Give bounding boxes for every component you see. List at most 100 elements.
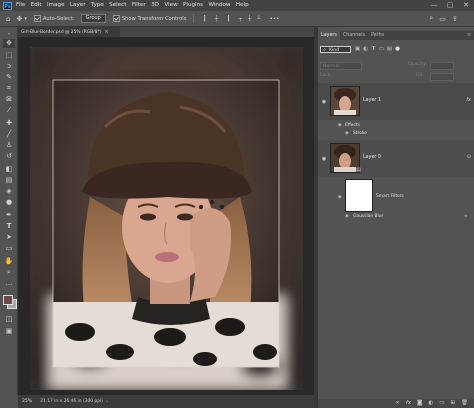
eyedropper-tool-icon[interactable]: ⁄ bbox=[3, 106, 15, 115]
fill-label: Fill: bbox=[416, 73, 424, 78]
menu-3d[interactable]: 3D bbox=[151, 0, 159, 11]
menu-plugins[interactable]: Plugins bbox=[183, 0, 203, 11]
new-layer-icon[interactable]: ⊞ bbox=[450, 399, 455, 408]
path-select-tool-icon[interactable]: ➤ bbox=[3, 233, 15, 242]
tab-layers[interactable]: Layers bbox=[318, 31, 340, 40]
filter-toggle-icon[interactable]: ● bbox=[394, 46, 401, 53]
foreground-color-swatch[interactable] bbox=[3, 295, 13, 305]
blur-tool-icon[interactable]: ◈ bbox=[3, 187, 15, 196]
crop-tool-icon[interactable]: ⌗ bbox=[3, 84, 15, 93]
zoom-tool-icon[interactable]: ⌕ bbox=[3, 268, 15, 277]
filter-mask-thumbnail[interactable] bbox=[345, 179, 373, 212]
maximize-icon[interactable]: ▢ bbox=[442, 0, 458, 11]
fx-icon[interactable]: fx bbox=[466, 97, 471, 103]
quick-select-tool-icon[interactable]: ✎ bbox=[3, 73, 15, 82]
tab-channels[interactable]: Channels bbox=[340, 31, 368, 40]
menu-view[interactable]: View bbox=[164, 0, 177, 11]
adjustment-layer-icon[interactable]: ◐ bbox=[428, 399, 433, 408]
menu-layer[interactable]: Layer bbox=[70, 0, 86, 11]
filter-kind-dropdown[interactable]: ⌕ Kind bbox=[320, 46, 351, 53]
pixel-filter-icon[interactable]: ▣ bbox=[354, 46, 361, 53]
align-left-icon[interactable]: ▕▏ bbox=[200, 16, 208, 22]
new-group-icon[interactable]: ▭ bbox=[439, 399, 444, 408]
blend-mode-dropdown[interactable]: Normal bbox=[320, 62, 362, 70]
document-tab[interactable]: Girl-Blur-Border.psd @ 25% (RGB/8*) ✕ bbox=[18, 27, 120, 37]
add-style-icon[interactable]: fx bbox=[406, 399, 411, 408]
menu-edit[interactable]: Edit bbox=[31, 0, 42, 11]
smart-object-filter-icon[interactable]: ▤ bbox=[386, 46, 393, 53]
chevron-down-icon[interactable]: ▾ bbox=[24, 16, 27, 22]
workspace-icon[interactable]: ▭ bbox=[439, 15, 446, 23]
quick-mask-icon[interactable]: ◫ bbox=[3, 315, 15, 324]
auto-select-dropdown[interactable]: Group bbox=[80, 14, 106, 23]
auto-select-checkbox[interactable] bbox=[33, 15, 41, 22]
smart-filter-indicator-icon[interactable]: ⊙ bbox=[467, 154, 471, 160]
move-tool-icon[interactable]: ✥ bbox=[3, 39, 15, 48]
tab-paths[interactable]: Paths bbox=[368, 31, 387, 40]
close-icon[interactable]: ✕ bbox=[104, 29, 108, 35]
history-brush-tool-icon[interactable]: ↺ bbox=[3, 152, 15, 161]
filter-options-icon[interactable]: ≑ bbox=[464, 214, 468, 219]
rectangle-tool-icon[interactable]: ▭ bbox=[3, 244, 15, 253]
more-options-icon[interactable]: ••• bbox=[270, 16, 280, 22]
visibility-eye-icon[interactable]: ◉ bbox=[321, 157, 327, 162]
minimize-icon[interactable]: — bbox=[426, 0, 442, 11]
align-top-icon[interactable]: ┬ bbox=[239, 16, 242, 22]
adjustment-filter-icon[interactable]: ◐ bbox=[362, 46, 369, 53]
menu-type[interactable]: Type bbox=[91, 0, 104, 11]
menu-select[interactable]: Select bbox=[109, 0, 126, 11]
menu-window[interactable]: Window bbox=[208, 0, 230, 11]
fill-field[interactable] bbox=[430, 73, 454, 81]
close-window-icon[interactable]: ✕ bbox=[458, 0, 474, 11]
opacity-field[interactable] bbox=[430, 62, 454, 70]
share-icon[interactable]: ⇪ bbox=[452, 15, 458, 23]
pen-tool-icon[interactable]: ✒ bbox=[3, 211, 15, 220]
spot-heal-tool-icon[interactable]: ✚ bbox=[3, 119, 15, 128]
menu-filter[interactable]: Filter bbox=[132, 0, 146, 11]
align-middle-icon[interactable]: ┼ bbox=[248, 16, 251, 22]
type-filter-icon[interactable]: T bbox=[370, 46, 377, 53]
more-tools-icon[interactable]: ··· bbox=[3, 281, 15, 290]
gaussian-blur-eye-icon[interactable]: ◉ bbox=[345, 214, 349, 219]
search-icon[interactable]: ⌕ bbox=[429, 14, 433, 23]
layer-name[interactable]: Layer 1 bbox=[363, 98, 381, 103]
type-tool-icon[interactable]: T bbox=[3, 222, 15, 231]
document-canvas[interactable] bbox=[30, 47, 303, 390]
home-icon[interactable]: ⌂ bbox=[6, 15, 10, 23]
clone-stamp-tool-icon[interactable]: ♙ bbox=[3, 141, 15, 150]
layer-name[interactable]: Layer 0 bbox=[363, 155, 381, 160]
zoom-level[interactable]: 25% bbox=[22, 399, 32, 404]
screen-mode-icon[interactable]: ▣ bbox=[3, 327, 15, 336]
dodge-tool-icon[interactable]: ● bbox=[3, 198, 15, 207]
chevron-right-icon[interactable]: › bbox=[106, 399, 108, 405]
brush-tool-icon[interactable]: ╱ bbox=[3, 130, 15, 139]
align-right-icon[interactable]: ▕▏ bbox=[224, 16, 232, 22]
collapse-icon[interactable]: » bbox=[3, 29, 15, 38]
move-tool-icon[interactable]: ✥ bbox=[16, 15, 22, 23]
visibility-eye-icon[interactable]: ◉ bbox=[321, 100, 327, 105]
effects-eye-icon[interactable]: ◉ bbox=[338, 123, 342, 128]
frame-tool-icon[interactable]: ⊠ bbox=[3, 95, 15, 104]
stroke-effect-label[interactable]: Stroke bbox=[353, 131, 367, 136]
align-bottom-icon[interactable]: ┴ bbox=[257, 16, 260, 22]
show-transform-checkbox[interactable] bbox=[112, 15, 120, 22]
layer-row[interactable]: ◉ ▤ Layer 0 ⊙ bbox=[318, 140, 474, 177]
gradient-tool-icon[interactable]: ▤ bbox=[3, 176, 15, 185]
hand-tool-icon[interactable]: ✋ bbox=[3, 257, 15, 266]
shape-filter-icon[interactable]: ▭ bbox=[378, 46, 385, 53]
menu-image[interactable]: Image bbox=[47, 0, 65, 11]
add-mask-icon[interactable]: ◙ bbox=[417, 399, 422, 408]
align-center-icon[interactable]: ┼ bbox=[215, 16, 218, 22]
delete-layer-icon[interactable]: 🗑 bbox=[461, 399, 468, 408]
gaussian-blur-label[interactable]: Gaussian Blur bbox=[353, 214, 383, 219]
smart-filters-eye-icon[interactable]: ◉ bbox=[338, 195, 342, 200]
panel-menu-icon[interactable]: ≡ bbox=[464, 31, 474, 40]
layer-row[interactable]: ◉ Layer 1 fx bbox=[318, 83, 474, 120]
link-layers-icon[interactable]: ∞ bbox=[395, 399, 400, 408]
eraser-tool-icon[interactable]: ◧ bbox=[3, 165, 15, 174]
marquee-tool-icon[interactable]: ⬚ bbox=[3, 51, 15, 60]
menu-file[interactable]: File bbox=[16, 0, 25, 11]
stroke-eye-icon[interactable]: ◉ bbox=[345, 131, 349, 136]
menu-help[interactable]: Help bbox=[236, 0, 249, 11]
lasso-tool-icon[interactable]: ↄ bbox=[3, 62, 15, 71]
